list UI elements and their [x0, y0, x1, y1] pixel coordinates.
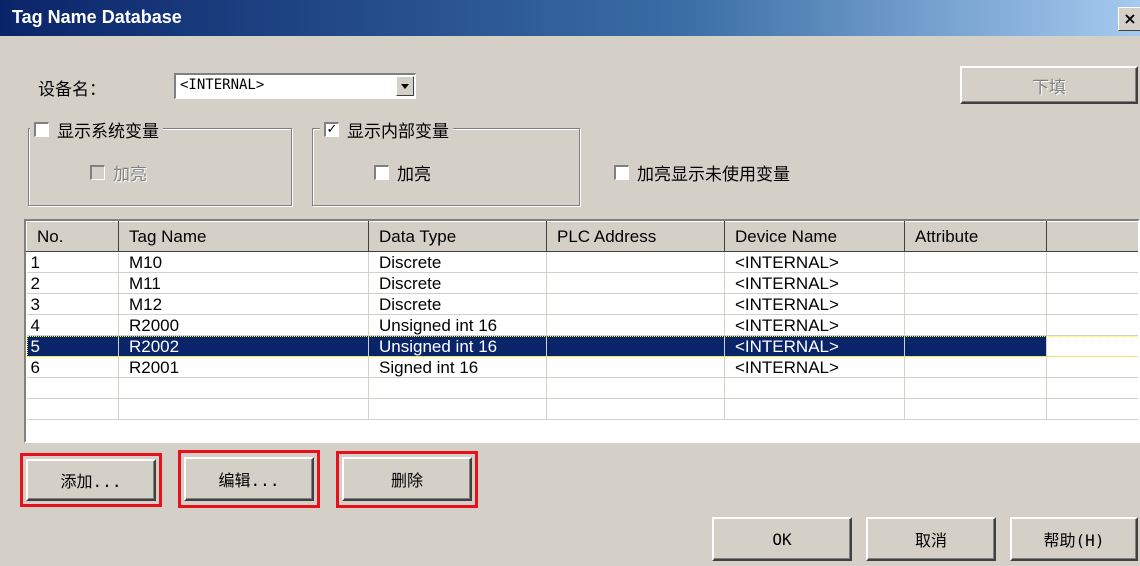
cell-no: 1 [26, 251, 119, 273]
cell-no: 3 [26, 293, 119, 315]
cell-tag-name: R2002 [118, 335, 369, 357]
internal-vars-label: 显示内部变量 [347, 122, 449, 142]
cell-device-name: <INTERNAL> [724, 335, 905, 357]
cell-no: 4 [26, 314, 119, 336]
table-header-row: No. Tag Name Data Type PLC Address Devic… [26, 221, 1138, 252]
system-highlight-checkbox[interactable] [90, 165, 105, 180]
cell-device-name: <INTERNAL> [724, 251, 905, 273]
fill-button[interactable]: 下填 [960, 66, 1138, 104]
col-header-no[interactable]: No. [26, 221, 119, 252]
ok-button[interactable]: OK [712, 517, 852, 561]
cancel-button[interactable]: 取消 [866, 517, 996, 561]
delete-button[interactable]: 删除 [342, 457, 472, 501]
cell-attribute [904, 293, 1047, 315]
title-bar: Tag Name Database × [0, 0, 1140, 36]
cell-device-name: <INTERNAL> [724, 293, 905, 315]
internal-highlight-toggle[interactable]: 加亮 [374, 160, 431, 185]
cell-filler [1046, 335, 1138, 357]
cell-no: 2 [26, 272, 119, 294]
table-row[interactable]: 6 R2001 Signed int 16 <INTERNAL> [26, 356, 1138, 378]
cell-tag-name: R2001 [118, 356, 369, 378]
cell-tag-name: M12 [118, 293, 369, 315]
system-vars-toggle[interactable]: 显示系统变量 [30, 117, 163, 142]
cell-device-name: <INTERNAL> [724, 356, 905, 378]
col-header-device-name[interactable]: Device Name [724, 221, 905, 252]
cell-filler [1046, 272, 1138, 294]
cell-device-name: <INTERNAL> [724, 272, 905, 294]
internal-vars-toggle[interactable]: ✓ 显示内部变量 [320, 117, 453, 142]
cell-filler [1046, 251, 1138, 273]
system-highlight-label: 加亮 [113, 165, 147, 185]
col-header-tag-name[interactable]: Tag Name [118, 221, 369, 252]
table-row-empty [26, 398, 1138, 420]
cell-data-type: Unsigned int 16 [368, 335, 547, 357]
cell-plc-address [546, 356, 725, 378]
cell-attribute [904, 314, 1047, 336]
cell-plc-address [546, 251, 725, 273]
internal-highlight-label: 加亮 [397, 165, 431, 185]
cell-tag-name: R2000 [118, 314, 369, 336]
cell-data-type: Signed int 16 [368, 356, 547, 378]
table-row[interactable]: 4 R2000 Unsigned int 16 <INTERNAL> [26, 314, 1138, 336]
highlight-unused-checkbox[interactable] [614, 165, 629, 180]
help-button[interactable]: 帮助(H) [1010, 517, 1138, 561]
device-name-value: <INTERNAL> [180, 77, 265, 93]
highlight-unused-label: 加亮显示未使用变量 [637, 165, 790, 185]
cell-attribute [904, 251, 1047, 273]
col-header-filler [1046, 221, 1138, 252]
system-vars-label: 显示系统变量 [57, 122, 159, 142]
cell-data-type: Discrete [368, 272, 547, 294]
cell-data-type: Discrete [368, 293, 547, 315]
internal-vars-checkbox[interactable]: ✓ [324, 122, 339, 137]
table-row[interactable]: 1 M10 Discrete <INTERNAL> [26, 251, 1138, 273]
edit-button[interactable]: 编辑... [184, 457, 314, 501]
cell-plc-address [546, 335, 725, 357]
cell-filler [1046, 293, 1138, 315]
cell-data-type: Discrete [368, 251, 547, 273]
window-title: Tag Name Database [12, 7, 182, 27]
cell-plc-address [546, 293, 725, 315]
internal-highlight-checkbox[interactable] [374, 165, 389, 180]
table-row[interactable]: 3 M12 Discrete <INTERNAL> [26, 293, 1138, 315]
col-header-attribute[interactable]: Attribute [904, 221, 1047, 252]
cell-data-type: Unsigned int 16 [368, 314, 547, 336]
close-icon[interactable]: × [1118, 7, 1140, 31]
cell-tag-name: M11 [118, 272, 369, 294]
device-name-select[interactable]: <INTERNAL> [174, 73, 416, 99]
table-row-selected[interactable]: 5 R2002 Unsigned int 16 <INTERNAL> [26, 335, 1138, 357]
cell-no: 6 [26, 356, 119, 378]
cell-tag-name: M10 [118, 251, 369, 273]
chevron-down-icon[interactable] [396, 76, 414, 96]
cell-plc-address [546, 314, 725, 336]
table-row[interactable]: 2 M11 Discrete <INTERNAL> [26, 272, 1138, 294]
cell-attribute [904, 356, 1047, 378]
col-header-data-type[interactable]: Data Type [368, 221, 547, 252]
system-highlight-toggle[interactable]: 加亮 [90, 160, 147, 185]
table-row-empty [26, 377, 1138, 399]
col-header-plc-address[interactable]: PLC Address [546, 221, 725, 252]
cell-filler [1046, 356, 1138, 378]
cell-no: 5 [26, 335, 119, 357]
cell-attribute [904, 272, 1047, 294]
tag-table[interactable]: No. Tag Name Data Type PLC Address Devic… [24, 219, 1140, 443]
add-button[interactable]: 添加... [26, 459, 156, 501]
cell-attribute [904, 335, 1047, 357]
cell-plc-address [546, 272, 725, 294]
cell-filler [1046, 314, 1138, 336]
cell-device-name: <INTERNAL> [724, 314, 905, 336]
device-name-label: 设备名： [38, 80, 106, 100]
highlight-unused-toggle[interactable]: 加亮显示未使用变量 [614, 160, 790, 185]
system-vars-checkbox[interactable] [34, 122, 49, 137]
